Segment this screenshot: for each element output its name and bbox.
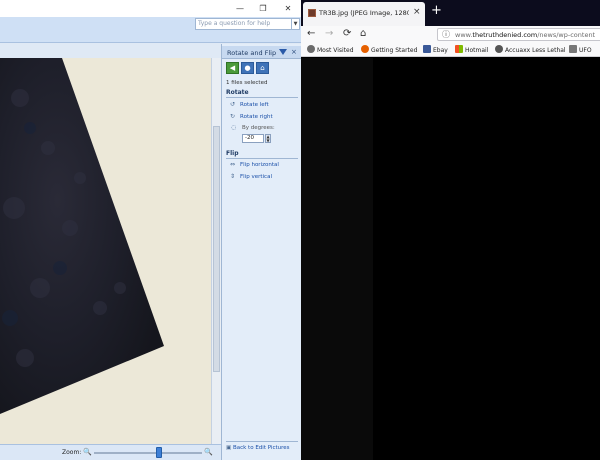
home-icon[interactable]: ⌂	[256, 62, 269, 74]
selected-count: 1 files selected	[226, 80, 268, 86]
scrollbar-thumb[interactable]	[213, 126, 220, 372]
browser-tab[interactable]: TR3B.jpg (JPEG Image, 1280 × ×	[303, 2, 425, 26]
reload-button[interactable]: ⟳	[343, 28, 351, 40]
bookmark-ebay[interactable]: Ebay	[423, 45, 448, 55]
rotate-left-icon: ↺	[230, 101, 236, 108]
shop-icon	[423, 45, 431, 53]
url-text: www.thetruthdenied.com/news/wp-content	[455, 31, 596, 39]
minimize-button[interactable]: —	[233, 3, 247, 14]
task-pane-close-button[interactable]: ×	[291, 48, 297, 56]
bookmark-hotmail[interactable]: Hotmail	[455, 45, 488, 55]
windows-icon	[455, 45, 463, 53]
gear-icon	[307, 45, 315, 53]
flip-vertical-link[interactable]: ⇕ Flip vertical	[230, 173, 272, 182]
bookmark-ufo[interactable]: UFO	[569, 45, 592, 55]
status-bar: Zoom: 🔍 🔍	[0, 444, 221, 460]
new-tab-button[interactable]: +	[431, 4, 442, 18]
back-divider	[226, 441, 298, 442]
folder-icon	[569, 45, 577, 53]
bookmark-accuaxx[interactable]: Accuaxx Less Lethal	[495, 45, 566, 55]
degrees-spinner[interactable]: ▲ ▼	[265, 134, 271, 143]
viewer-gutter	[301, 58, 373, 460]
image-favicon-icon	[308, 9, 316, 17]
url-bar[interactable]: ⓘ www.thetruthdenied.com/news/wp-content	[437, 28, 600, 41]
flip-vertical-icon: ⇕	[230, 173, 236, 180]
back-icon: ▣	[226, 445, 233, 451]
task-pane-header: Rotate and Flip ×	[222, 46, 301, 59]
flip-section-heading: Flip	[226, 150, 239, 157]
firefox-icon	[361, 45, 369, 53]
picture-manager-window: — ❐ ✕ Type a question for help ▼ Zoom: 🔍…	[0, 0, 301, 460]
nav-bar: ← → ⟳ ⌂ ⓘ www.thetruthdenied.com/news/wp…	[301, 26, 600, 43]
by-degrees-label: By degrees:	[242, 125, 275, 131]
zoom-out-icon[interactable]: 🔍	[83, 448, 92, 456]
pm-titlebar: — ❐ ✕	[0, 0, 301, 17]
bookmarks-toolbar: Most Visited Getting Started Ebay Hotmai…	[301, 43, 600, 57]
degrees-icon: ◌	[231, 124, 237, 131]
rotated-photo	[0, 58, 164, 414]
rotate-divider	[226, 97, 298, 98]
flip-horizontal-link[interactable]: ⇔ Flip horizontal	[230, 161, 279, 170]
pm-toolbar: Type a question for help ▼	[0, 17, 301, 43]
back-to-edit-pictures-link[interactable]: ▣ Back to Edit Pictures	[226, 445, 290, 451]
task-pane-title: Rotate and Flip	[227, 49, 277, 57]
zoom-in-icon[interactable]: 🔍	[204, 448, 213, 456]
tab-title: TR3B.jpg (JPEG Image, 1280 ×	[319, 9, 409, 17]
globe-icon	[495, 45, 503, 53]
close-button[interactable]: ✕	[281, 3, 295, 14]
rotate-right-icon: ↻	[230, 113, 236, 120]
task-pane: Rotate and Flip × ◀ ● ⌂ 1 files selected…	[221, 44, 301, 460]
help-search-input[interactable]: Type a question for help	[195, 18, 292, 30]
back-arrow-icon[interactable]: ◀	[226, 62, 239, 74]
flip-horizontal-icon: ⇔	[230, 161, 236, 168]
bookmark-most-visited[interactable]: Most Visited	[307, 45, 354, 55]
flip-divider	[226, 158, 298, 159]
zoom-slider-track[interactable]	[94, 452, 202, 454]
restore-button[interactable]: ❐	[256, 3, 270, 14]
info-icon[interactable]: ⓘ	[442, 29, 450, 40]
help-search-dropdown-icon[interactable]: ▼	[292, 18, 300, 30]
home-button[interactable]: ⌂	[360, 28, 366, 40]
image-canvas[interactable]	[0, 58, 211, 444]
forward-icon[interactable]: ●	[241, 62, 254, 74]
tab-bar: TR3B.jpg (JPEG Image, 1280 × × +	[301, 0, 600, 26]
rotate-right-link[interactable]: ↻ Rotate right	[230, 113, 273, 122]
degrees-input[interactable]: -20	[242, 134, 264, 143]
task-pane-dropdown-icon[interactable]	[279, 49, 287, 55]
bookmark-getting-started[interactable]: Getting Started	[361, 45, 417, 55]
rotate-section-heading: Rotate	[226, 89, 249, 96]
image-viewer-area[interactable]	[301, 58, 600, 460]
tab-close-button[interactable]: ×	[413, 7, 421, 17]
rotate-left-link[interactable]: ↺ Rotate left	[230, 101, 269, 110]
forward-button[interactable]: →	[325, 28, 333, 40]
back-button[interactable]: ←	[307, 28, 315, 40]
vertical-scrollbar[interactable]	[211, 58, 221, 444]
zoom-slider-thumb[interactable]	[155, 447, 162, 458]
firefox-window: TR3B.jpg (JPEG Image, 1280 × × + ← → ⟳ ⌂…	[301, 0, 600, 460]
zoom-label: Zoom:	[62, 449, 82, 456]
